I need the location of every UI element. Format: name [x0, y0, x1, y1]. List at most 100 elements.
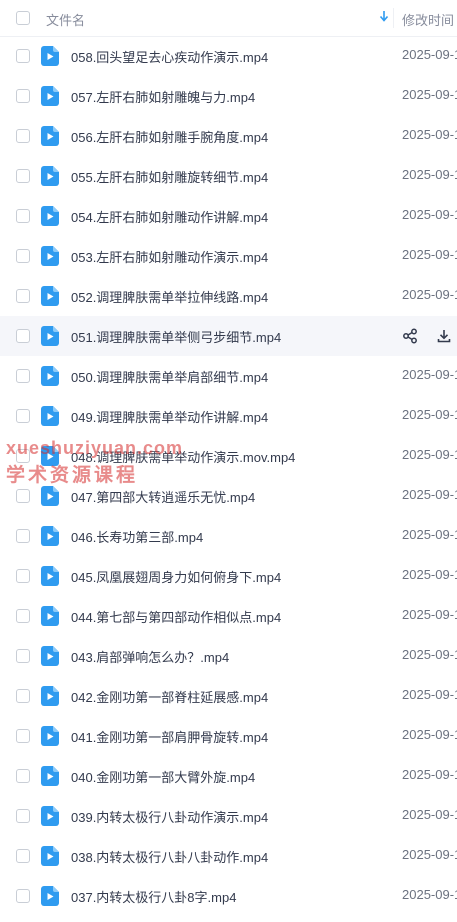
select-all-checkbox[interactable]	[16, 11, 30, 25]
row-checkbox[interactable]	[16, 289, 30, 303]
file-row[interactable]: 053.左肝右肺如射雕动作演示.mp4 2025-09-1	[0, 236, 457, 276]
row-checkbox[interactable]	[16, 849, 30, 863]
file-row[interactable]: 055.左肝右肺如射雕旋转细节.mp4 2025-09-1	[0, 156, 457, 196]
file-name[interactable]: 053.左肝右肺如射雕动作演示.mp4	[71, 247, 268, 266]
file-modified-date: 2025-09-1	[402, 567, 457, 582]
file-row[interactable]: 056.左肝右肺如射雕手腕角度.mp4 2025-09-1	[0, 116, 457, 156]
file-row[interactable]: 050.调理脾肤需单举肩部细节.mp4 2025-09-1	[0, 356, 457, 396]
row-checkbox[interactable]	[16, 409, 30, 423]
file-name[interactable]: 051.调理脾肤需单举侧弓步细节.mp4	[71, 327, 281, 346]
file-name[interactable]: 050.调理脾肤需单举肩部细节.mp4	[71, 367, 268, 386]
video-file-icon	[41, 886, 59, 906]
file-name[interactable]: 044.第七部与第四部动作相似点.mp4	[71, 607, 281, 626]
file-row[interactable]: 047.第四部大转逍遥乐无忧.mp4 2025-09-1	[0, 476, 457, 516]
file-name[interactable]: 039.内转太极行八卦动作演示.mp4	[71, 807, 268, 826]
row-checkbox[interactable]	[16, 489, 30, 503]
file-name[interactable]: 042.金刚功第一部脊柱延展感.mp4	[71, 687, 268, 706]
file-modified-date: 2025-09-1	[402, 727, 457, 742]
file-row[interactable]: 042.金刚功第一部脊柱延展感.mp4 2025-09-1	[0, 676, 457, 716]
file-row[interactable]: 048.调理脾肤需单举动作演示.mov.mp4 2025-09-1	[0, 436, 457, 476]
row-checkbox[interactable]	[16, 129, 30, 143]
row-checkbox[interactable]	[16, 449, 30, 463]
file-modified-date: 2025-09-1	[402, 87, 457, 102]
row-checkbox[interactable]	[16, 609, 30, 623]
file-modified-date: 2025-09-1	[402, 887, 457, 902]
file-modified-date: 2025-09-1	[402, 407, 457, 422]
file-row[interactable]: 039.内转太极行八卦动作演示.mp4 2025-09-1	[0, 796, 457, 836]
file-modified-date: 2025-09-1	[402, 847, 457, 862]
video-file-icon	[41, 366, 59, 386]
row-checkbox[interactable]	[16, 769, 30, 783]
row-checkbox[interactable]	[16, 89, 30, 103]
video-file-icon	[41, 446, 59, 466]
row-checkbox[interactable]	[16, 329, 30, 343]
video-file-icon	[41, 126, 59, 146]
file-name[interactable]: 043.肩部弹响怎么办？.mp4	[71, 647, 229, 666]
file-name[interactable]: 049.调理脾肤需单举动作讲解.mp4	[71, 407, 268, 426]
mtime-column-header[interactable]: 修改时间	[402, 10, 454, 29]
row-checkbox[interactable]	[16, 529, 30, 543]
file-modified-date: 2025-09-1	[402, 167, 457, 182]
row-checkbox[interactable]	[16, 169, 30, 183]
file-modified-date: 2025-09-1	[402, 767, 457, 782]
file-row[interactable]: 037.内转太极行八卦8字.mp4 2025-09-1	[0, 876, 457, 916]
file-row[interactable]: 040.金刚功第一部大臂外旋.mp4 2025-09-1	[0, 756, 457, 796]
column-divider[interactable]	[393, 8, 394, 28]
file-list-header: 文件名 修改时间	[0, 0, 457, 37]
video-file-icon	[41, 646, 59, 666]
file-row[interactable]: 052.调理脾肤需单举拉伸线路.mp4 2025-09-1	[0, 276, 457, 316]
file-row[interactable]: 038.内转太极行八卦八卦动作.mp4 2025-09-1	[0, 836, 457, 876]
file-name[interactable]: 045.凤凰展翅周身力如何俯身下.mp4	[71, 567, 281, 586]
file-name[interactable]: 056.左肝右肺如射雕手腕角度.mp4	[71, 127, 268, 146]
file-name[interactable]: 058.回头望足去心疾动作演示.mp4	[71, 47, 268, 66]
file-name[interactable]: 054.左肝右肺如射雕动作讲解.mp4	[71, 207, 268, 226]
file-name[interactable]: 041.金刚功第一部肩胛骨旋转.mp4	[71, 727, 268, 746]
video-file-icon	[41, 846, 59, 866]
file-modified-date: 2025-09-1	[402, 367, 457, 382]
video-file-icon	[41, 726, 59, 746]
file-modified-date: 2025-09-1	[402, 207, 457, 222]
row-checkbox[interactable]	[16, 889, 30, 903]
file-row[interactable]: 044.第七部与第四部动作相似点.mp4 2025-09-1	[0, 596, 457, 636]
row-checkbox[interactable]	[16, 809, 30, 823]
file-row[interactable]: 043.肩部弹响怎么办？.mp4 2025-09-1	[0, 636, 457, 676]
video-file-icon	[41, 286, 59, 306]
row-checkbox[interactable]	[16, 569, 30, 583]
arrow-down-icon[interactable]	[378, 9, 390, 23]
video-file-icon	[41, 166, 59, 186]
file-row[interactable]: 049.调理脾肤需单举动作讲解.mp4 2025-09-1	[0, 396, 457, 436]
video-file-icon	[41, 566, 59, 586]
row-checkbox[interactable]	[16, 369, 30, 383]
file-name[interactable]: 052.调理脾肤需单举拉伸线路.mp4	[71, 287, 268, 306]
file-row[interactable]: 041.金刚功第一部肩胛骨旋转.mp4 2025-09-1	[0, 716, 457, 756]
row-checkbox[interactable]	[16, 649, 30, 663]
file-name[interactable]: 037.内转太极行八卦8字.mp4	[71, 887, 236, 906]
video-file-icon	[41, 86, 59, 106]
file-row[interactable]: 057.左肝右肺如射雕魄与力.mp4 2025-09-1	[0, 76, 457, 116]
file-name[interactable]: 040.金刚功第一部大臂外旋.mp4	[71, 767, 255, 786]
file-row[interactable]: 045.凤凰展翅周身力如何俯身下.mp4 2025-09-1	[0, 556, 457, 596]
file-row[interactable]: 051.调理脾肤需单举侧弓步细节.mp4	[0, 316, 457, 356]
row-checkbox[interactable]	[16, 49, 30, 63]
file-modified-date: 2025-09-1	[402, 287, 457, 302]
row-checkbox[interactable]	[16, 249, 30, 263]
file-name[interactable]: 046.长寿功第三部.mp4	[71, 527, 203, 546]
file-name[interactable]: 048.调理脾肤需单举动作演示.mov.mp4	[71, 447, 295, 466]
file-name[interactable]: 057.左肝右肺如射雕魄与力.mp4	[71, 87, 255, 106]
file-name[interactable]: 055.左肝右肺如射雕旋转细节.mp4	[71, 167, 268, 186]
download-icon[interactable]	[436, 328, 452, 344]
file-name[interactable]: 038.内转太极行八卦八卦动作.mp4	[71, 847, 268, 866]
file-row[interactable]: 046.长寿功第三部.mp4 2025-09-1	[0, 516, 457, 556]
file-row[interactable]: 058.回头望足去心疾动作演示.mp4 2025-09-1	[0, 36, 457, 76]
row-checkbox[interactable]	[16, 689, 30, 703]
file-modified-date: 2025-09-1	[402, 687, 457, 702]
file-row[interactable]: 054.左肝右肺如射雕动作讲解.mp4 2025-09-1	[0, 196, 457, 236]
row-checkbox[interactable]	[16, 729, 30, 743]
file-modified-date: 2025-09-1	[402, 807, 457, 822]
row-checkbox[interactable]	[16, 209, 30, 223]
file-name[interactable]: 047.第四部大转逍遥乐无忧.mp4	[71, 487, 255, 506]
video-file-icon	[41, 766, 59, 786]
name-column-header[interactable]: 文件名	[46, 10, 85, 29]
file-modified-date: 2025-09-1	[402, 47, 457, 62]
share-icon[interactable]	[402, 328, 418, 344]
